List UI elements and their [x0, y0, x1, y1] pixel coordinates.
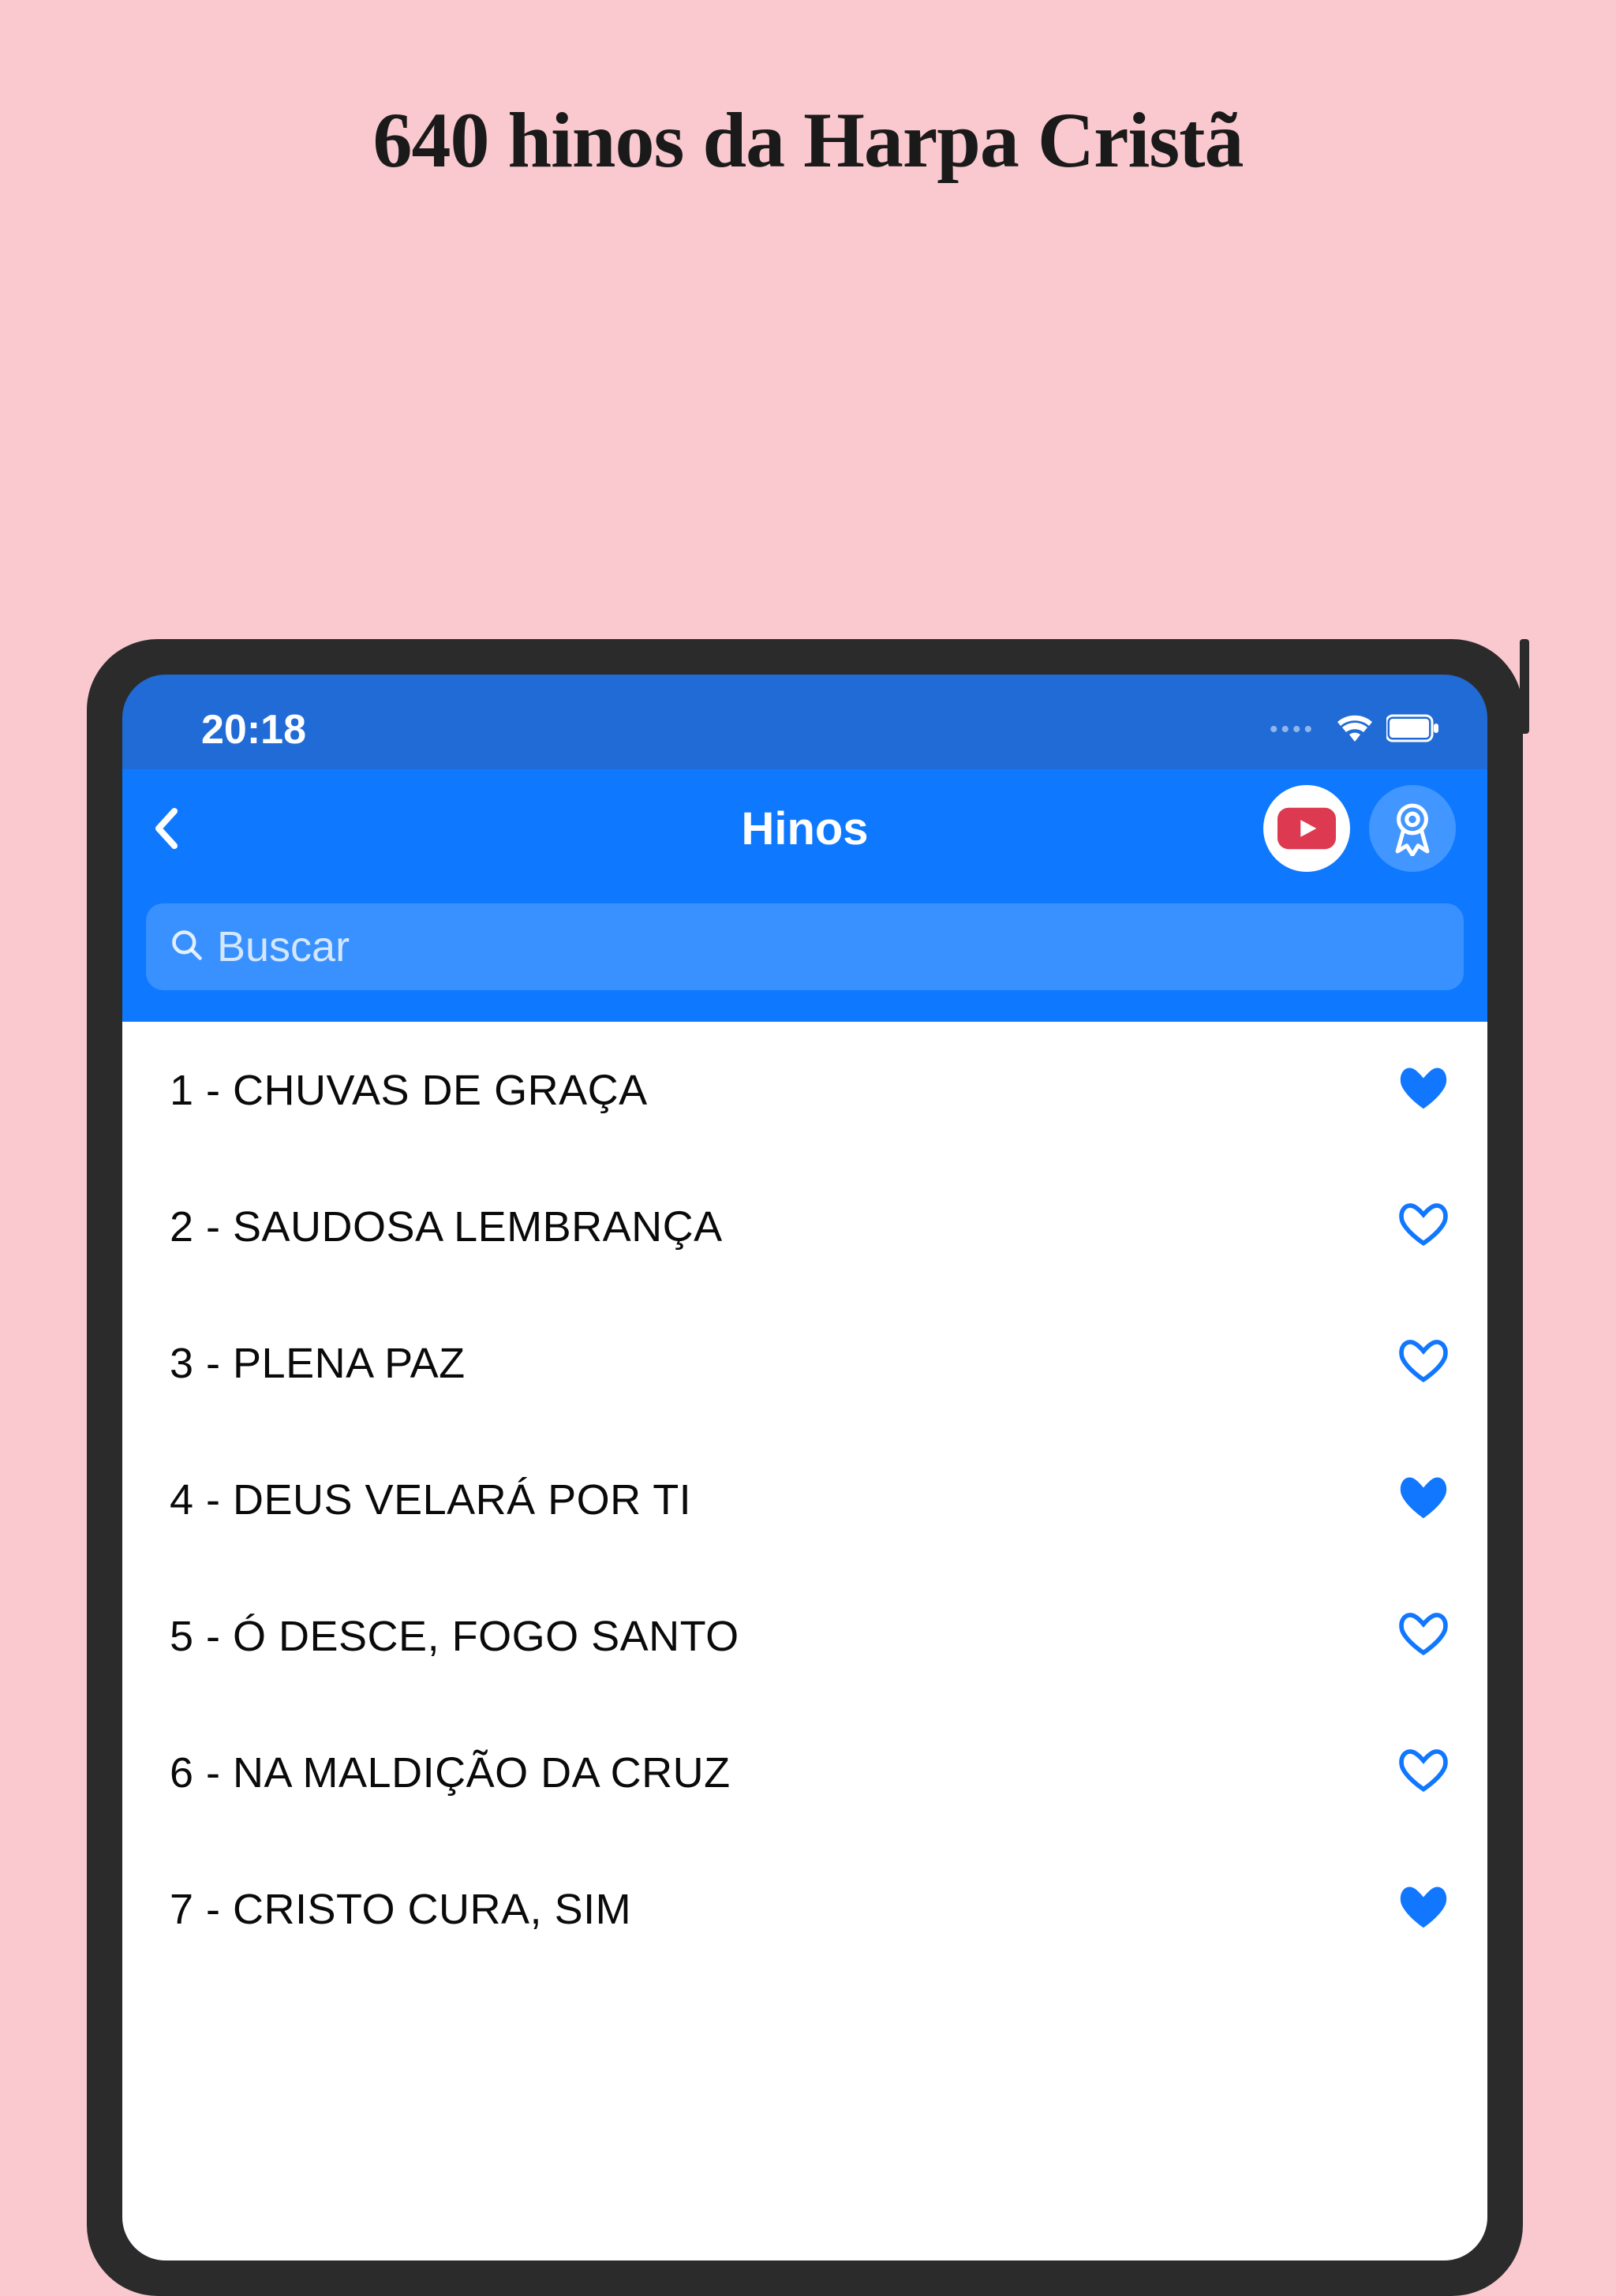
list-item[interactable]: 5 - Ó DESCE, FOGO SANTO	[122, 1568, 1487, 1704]
status-bar: 20:18 ••••	[122, 675, 1487, 769]
list-item[interactable]: 2 - SAUDOSA LEMBRANÇA	[122, 1158, 1487, 1295]
back-button[interactable]	[154, 806, 201, 851]
status-time: 20:18	[201, 706, 306, 753]
search-input[interactable]: Buscar	[146, 903, 1464, 990]
hymn-label: 4 - DEUS VELARÁ POR TI	[170, 1475, 691, 1524]
battery-icon	[1386, 714, 1440, 746]
list-item[interactable]: 4 - DEUS VELARÁ POR TI	[122, 1431, 1487, 1568]
status-icons: ••••	[1270, 709, 1440, 751]
list-item[interactable]: 6 - NA MALDIÇÃO DA CRUZ	[122, 1704, 1487, 1841]
list-item[interactable]: 1 - CHUVAS DE GRAÇA	[122, 1022, 1487, 1158]
heart-outline-icon[interactable]	[1399, 1339, 1448, 1388]
heart-outline-icon[interactable]	[1399, 1748, 1448, 1797]
hymn-label: 3 - PLENA PAZ	[170, 1339, 466, 1388]
list-item[interactable]: 7 - CRISTO CURA, SIM	[122, 1841, 1487, 1977]
heart-filled-icon[interactable]	[1399, 1885, 1448, 1934]
hymn-list: 1 - CHUVAS DE GRAÇA 2 - SAUDOSA LEMBRANÇ…	[122, 1022, 1487, 2260]
more-dots-icon: ••••	[1270, 716, 1315, 743]
hymn-label: 6 - NA MALDIÇÃO DA CRUZ	[170, 1748, 731, 1797]
heart-outline-icon[interactable]	[1399, 1612, 1448, 1661]
heart-filled-icon[interactable]	[1399, 1475, 1448, 1524]
hymn-label: 5 - Ó DESCE, FOGO SANTO	[170, 1612, 739, 1661]
heart-filled-icon[interactable]	[1399, 1066, 1448, 1115]
youtube-button[interactable]	[1263, 785, 1350, 872]
heart-outline-icon[interactable]	[1399, 1202, 1448, 1251]
search-icon	[170, 928, 204, 967]
hymn-label: 1 - CHUVAS DE GRAÇA	[170, 1066, 648, 1115]
screen: 20:18 •••• Hinos	[122, 675, 1487, 2260]
hymn-label: 2 - SAUDOSA LEMBRANÇA	[170, 1202, 723, 1251]
device-frame: 20:18 •••• Hinos	[87, 639, 1523, 2296]
search-placeholder: Buscar	[217, 922, 350, 971]
page-title: Hinos	[741, 802, 868, 855]
device-notch	[1520, 639, 1529, 734]
search-container: Buscar	[122, 888, 1487, 1022]
hymn-label: 7 - CRISTO CURA, SIM	[170, 1885, 631, 1934]
nav-actions	[1263, 785, 1456, 872]
award-button[interactable]	[1369, 785, 1456, 872]
list-item[interactable]: 3 - PLENA PAZ	[122, 1295, 1487, 1431]
nav-bar: Hinos	[122, 769, 1487, 888]
headline: 640 hinos da Harpa Cristã	[0, 0, 1616, 185]
wifi-icon	[1336, 709, 1374, 751]
